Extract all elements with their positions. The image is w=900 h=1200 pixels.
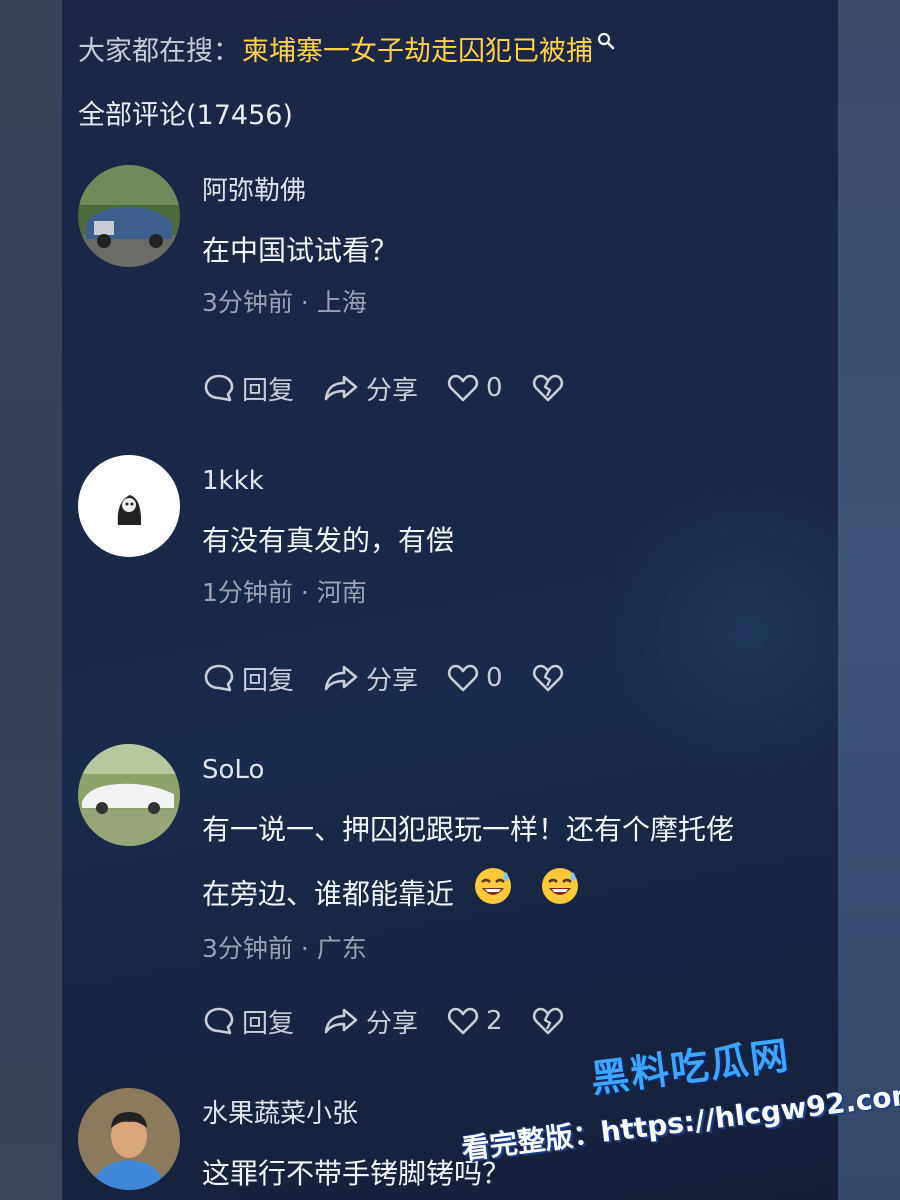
comment-meta: 3分钟前 · 上海 <box>202 288 367 317</box>
heart-icon <box>447 1007 479 1035</box>
comment-item: 阿弥勒佛 在中国试试看？ 3分钟前 · 上海 回复 分享 0 <box>78 165 822 425</box>
hot-search-term[interactable]: 柬埔寨一女子劫走囚犯已被捕 <box>242 29 593 68</box>
left-backdrop <box>0 0 62 1200</box>
heart-icon <box>447 374 479 402</box>
share-arrow-icon <box>324 1008 358 1034</box>
username[interactable]: 1kkk <box>202 461 822 501</box>
share-button[interactable]: 分享 <box>322 1003 418 1040</box>
comment-panel[interactable]: 大家都在搜： 柬埔寨一女子劫走囚犯已被捕 全部评论(17456) 阿弥勒佛 在中… <box>62 0 838 1200</box>
reply-button[interactable]: 回复 <box>202 660 294 697</box>
hot-search-bar[interactable]: 大家都在搜： 柬埔寨一女子劫走囚犯已被捕 <box>78 28 615 68</box>
reply-label: 回复 <box>242 665 295 696</box>
share-label: 分享 <box>366 665 419 696</box>
comment-bubble-icon <box>204 664 234 692</box>
share-label: 分享 <box>366 375 419 406</box>
username[interactable]: SoLo <box>202 750 822 790</box>
dislike-button[interactable] <box>531 371 571 405</box>
comment-item: 水果蔬菜小张 这罪行不带手铐脚铐吗？ <box>78 1088 822 1200</box>
hot-search-prefix: 大家都在搜： <box>78 35 240 67</box>
share-arrow-icon <box>324 665 358 691</box>
reply-button[interactable]: 回复 <box>202 370 294 407</box>
like-button[interactable]: 0 <box>446 661 503 695</box>
avatar[interactable] <box>78 1088 180 1190</box>
like-count: 0 <box>486 663 503 693</box>
like-count: 2 <box>486 1006 503 1036</box>
reply-label: 回复 <box>242 375 295 406</box>
avatar[interactable] <box>78 744 180 846</box>
comment-meta: 1分钟前 · 河南 <box>202 578 367 607</box>
comment-meta: 3分钟前 · 广东 <box>202 934 367 963</box>
comment-bubble-icon <box>204 1007 234 1035</box>
comment-actions: 回复 分享 0 <box>202 658 599 698</box>
like-button[interactable]: 2 <box>446 1004 503 1038</box>
comment-actions: 回复 分享 2 <box>202 1001 599 1041</box>
right-backdrop <box>838 0 900 1200</box>
username[interactable]: 阿弥勒佛 <box>202 171 822 211</box>
comment-text: 在中国试试看？ <box>202 234 399 267</box>
avatar[interactable] <box>78 165 180 267</box>
heart-icon <box>447 664 479 692</box>
share-label: 分享 <box>366 1008 419 1039</box>
comment-text: 有一说一、押囚犯跟玩一样！还有个摩托佬 在旁边、谁都能靠近 <box>202 802 822 925</box>
comment-actions: 回复 分享 0 <box>202 368 599 408</box>
comment-text-line: 有一说一、押囚犯跟玩一样！还有个摩托佬 <box>202 813 735 846</box>
laughing-sweat-emoji-icon <box>540 866 580 925</box>
comment-text: 这罪行不带手铐脚铐吗？ <box>202 1157 511 1190</box>
share-button[interactable]: 分享 <box>322 660 418 697</box>
broken-heart-icon <box>532 664 563 692</box>
comment-count-title: 全部评论(17456) <box>78 100 293 131</box>
reply-button[interactable]: 回复 <box>202 1003 294 1040</box>
broken-heart-icon <box>532 374 563 402</box>
like-count: 0 <box>486 373 503 403</box>
avatar[interactable] <box>78 455 180 557</box>
laughing-sweat-emoji-icon <box>473 866 513 925</box>
share-button[interactable]: 分享 <box>322 370 418 407</box>
comment-item: SoLo 有一说一、押囚犯跟玩一样！还有个摩托佬 在旁边、谁都能靠近 3分钟前 … <box>78 744 822 1054</box>
share-arrow-icon <box>324 375 358 401</box>
username[interactable]: 水果蔬菜小张 <box>202 1094 822 1134</box>
comment-item: 1kkk 有没有真发的，有偿 1分钟前 · 河南 回复 分享 0 <box>78 455 822 715</box>
dislike-button[interactable] <box>531 661 571 695</box>
comment-text-line: 在旁边、谁都能靠近 <box>202 866 822 925</box>
comment-bubble-icon <box>204 374 234 402</box>
dislike-button[interactable] <box>531 1004 571 1038</box>
broken-heart-icon <box>532 1007 563 1035</box>
comment-text: 有没有真发的，有偿 <box>202 524 455 557</box>
like-button[interactable]: 0 <box>446 371 503 405</box>
reply-label: 回复 <box>242 1008 295 1039</box>
search-icon[interactable] <box>597 26 615 57</box>
